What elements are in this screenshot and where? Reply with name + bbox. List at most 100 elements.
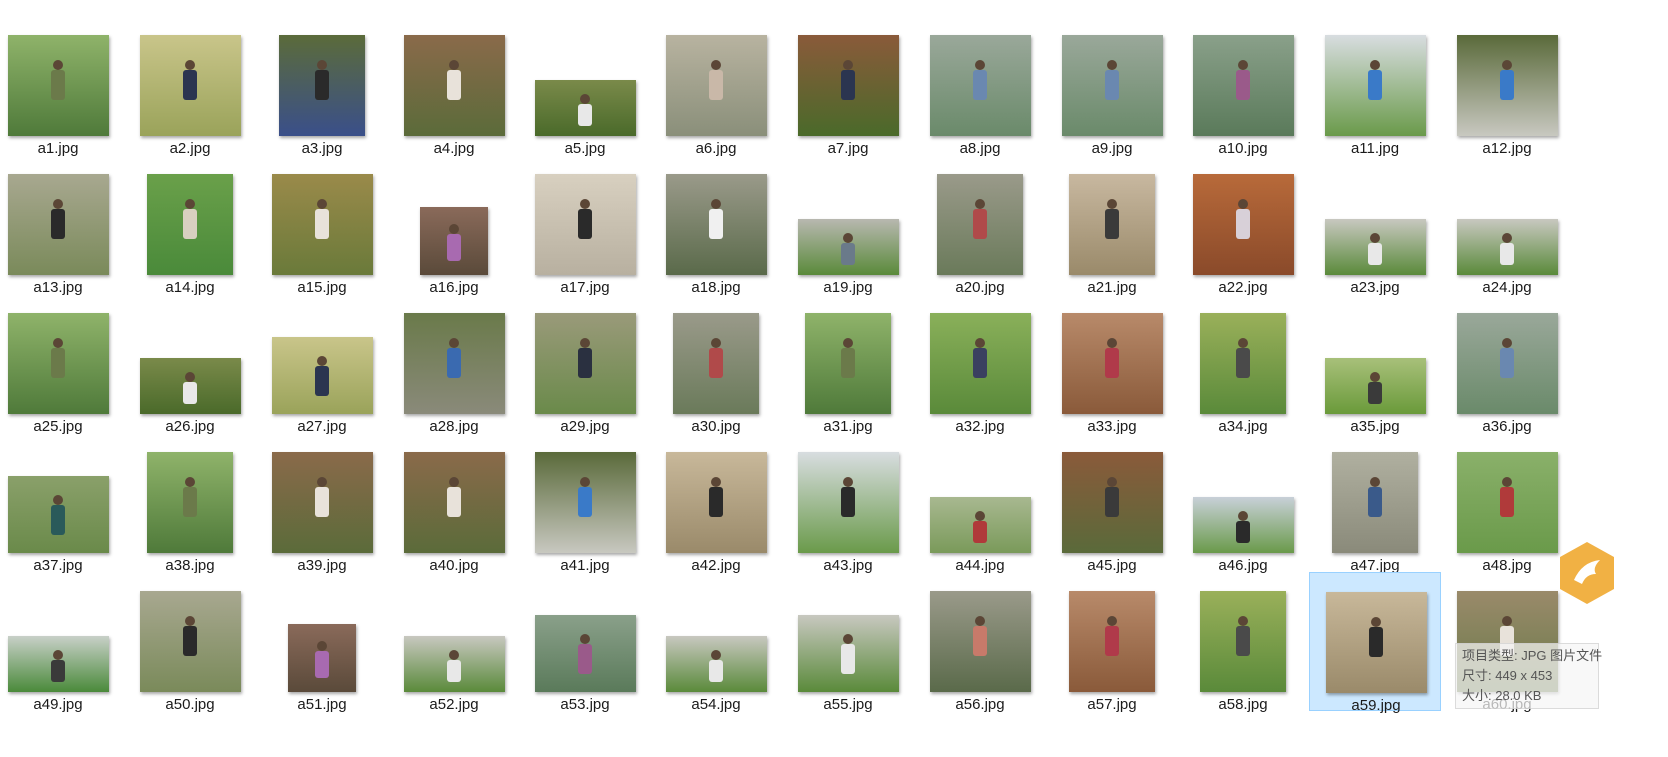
- file-item[interactable]: a30.jpg: [650, 294, 782, 435]
- image-thumbnail[interactable]: [929, 497, 1031, 553]
- file-item[interactable]: a59.jpg: [1309, 572, 1441, 714]
- file-item[interactable]: a47.jpg: [1309, 433, 1441, 574]
- image-thumbnail[interactable]: [534, 452, 636, 553]
- file-item[interactable]: a22.jpg: [1177, 155, 1309, 296]
- file-item[interactable]: a40.jpg: [388, 433, 520, 574]
- image-thumbnail[interactable]: [1456, 35, 1558, 136]
- file-item[interactable]: a54.jpg: [650, 572, 782, 713]
- file-item[interactable]: a2.jpg: [124, 16, 256, 157]
- file-item[interactable]: a34.jpg: [1177, 294, 1309, 435]
- image-thumbnail[interactable]: [673, 313, 759, 414]
- file-item[interactable]: a43.jpg: [782, 433, 914, 574]
- image-thumbnail[interactable]: [139, 591, 241, 692]
- file-item[interactable]: a25.jpg: [0, 294, 124, 435]
- image-thumbnail[interactable]: [271, 452, 373, 553]
- image-thumbnail[interactable]: [1192, 35, 1294, 136]
- image-thumbnail[interactable]: [929, 591, 1031, 692]
- file-item[interactable]: a48.jpg: [1441, 433, 1573, 574]
- file-item[interactable]: a23.jpg: [1309, 155, 1441, 296]
- image-thumbnail[interactable]: [1069, 591, 1155, 692]
- file-item[interactable]: a5.jpg: [519, 16, 651, 157]
- file-item[interactable]: a24.jpg: [1441, 155, 1573, 296]
- file-item[interactable]: a32.jpg: [914, 294, 1046, 435]
- file-item[interactable]: a55.jpg: [782, 572, 914, 713]
- file-item[interactable]: a9.jpg: [1046, 16, 1178, 157]
- image-thumbnail[interactable]: [139, 358, 241, 414]
- image-thumbnail[interactable]: [420, 207, 488, 275]
- image-thumbnail[interactable]: [1324, 358, 1426, 414]
- image-thumbnail[interactable]: [403, 35, 505, 136]
- file-item[interactable]: a56.jpg: [914, 572, 1046, 713]
- image-thumbnail[interactable]: [271, 337, 373, 414]
- file-item[interactable]: a46.jpg: [1177, 433, 1309, 574]
- file-item[interactable]: a50.jpg: [124, 572, 256, 713]
- file-item[interactable]: a42.jpg: [650, 433, 782, 574]
- image-thumbnail[interactable]: [1061, 313, 1163, 414]
- file-item[interactable]: a3.jpg: [256, 16, 388, 157]
- image-thumbnail[interactable]: [1069, 174, 1155, 275]
- image-thumbnail[interactable]: [403, 313, 505, 414]
- image-thumbnail[interactable]: [665, 636, 767, 692]
- file-item[interactable]: a51.jpg: [256, 572, 388, 713]
- file-item[interactable]: a20.jpg: [914, 155, 1046, 296]
- file-item[interactable]: a11.jpg: [1309, 16, 1441, 157]
- image-thumbnail[interactable]: [1192, 497, 1294, 553]
- file-item[interactable]: a38.jpg: [124, 433, 256, 574]
- image-thumbnail[interactable]: [797, 615, 899, 692]
- file-item[interactable]: a35.jpg: [1309, 294, 1441, 435]
- image-thumbnail[interactable]: [147, 174, 233, 275]
- file-item[interactable]: a18.jpg: [650, 155, 782, 296]
- file-item[interactable]: a17.jpg: [519, 155, 651, 296]
- image-thumbnail[interactable]: [797, 219, 899, 275]
- image-thumbnail[interactable]: [797, 452, 899, 553]
- file-item[interactable]: a41.jpg: [519, 433, 651, 574]
- image-thumbnail[interactable]: [929, 35, 1031, 136]
- image-thumbnail[interactable]: [7, 174, 109, 275]
- file-item[interactable]: a27.jpg: [256, 294, 388, 435]
- image-thumbnail[interactable]: [665, 35, 767, 136]
- file-item[interactable]: a29.jpg: [519, 294, 651, 435]
- image-thumbnail[interactable]: [1324, 35, 1426, 136]
- image-thumbnail[interactable]: [1325, 592, 1427, 693]
- image-thumbnail[interactable]: [534, 615, 636, 692]
- file-item[interactable]: a28.jpg: [388, 294, 520, 435]
- file-item[interactable]: a58.jpg: [1177, 572, 1309, 713]
- file-item[interactable]: a10.jpg: [1177, 16, 1309, 157]
- image-thumbnail[interactable]: [1192, 174, 1294, 275]
- file-item[interactable]: a21.jpg: [1046, 155, 1178, 296]
- image-thumbnail[interactable]: [1324, 219, 1426, 275]
- image-thumbnail[interactable]: [7, 313, 109, 414]
- file-item[interactable]: a12.jpg: [1441, 16, 1573, 157]
- image-thumbnail[interactable]: [1456, 219, 1558, 275]
- image-thumbnail[interactable]: [7, 476, 109, 553]
- image-thumbnail[interactable]: [534, 80, 636, 136]
- image-thumbnail[interactable]: [1200, 313, 1286, 414]
- image-thumbnail[interactable]: [1200, 591, 1286, 692]
- file-item[interactable]: a6.jpg: [650, 16, 782, 157]
- image-thumbnail[interactable]: [1456, 313, 1558, 414]
- image-thumbnail[interactable]: [665, 174, 767, 275]
- file-item[interactable]: a44.jpg: [914, 433, 1046, 574]
- file-item[interactable]: a14.jpg: [124, 155, 256, 296]
- file-item[interactable]: a36.jpg: [1441, 294, 1573, 435]
- image-thumbnail[interactable]: [805, 313, 891, 414]
- image-thumbnail[interactable]: [279, 35, 365, 136]
- file-item[interactable]: a57.jpg: [1046, 572, 1178, 713]
- image-thumbnail[interactable]: [139, 35, 241, 136]
- image-thumbnail[interactable]: [534, 174, 636, 275]
- file-item[interactable]: a26.jpg: [124, 294, 256, 435]
- image-thumbnail[interactable]: [665, 452, 767, 553]
- file-item[interactable]: a52.jpg: [388, 572, 520, 713]
- image-thumbnail[interactable]: [937, 174, 1023, 275]
- file-item[interactable]: a19.jpg: [782, 155, 914, 296]
- image-thumbnail[interactable]: [403, 636, 505, 692]
- file-item[interactable]: a53.jpg: [519, 572, 651, 713]
- file-item[interactable]: a13.jpg: [0, 155, 124, 296]
- image-thumbnail[interactable]: [1061, 35, 1163, 136]
- file-item[interactable]: a4.jpg: [388, 16, 520, 157]
- image-thumbnail[interactable]: [1332, 452, 1418, 553]
- image-thumbnail[interactable]: [147, 452, 233, 553]
- file-item[interactable]: a33.jpg: [1046, 294, 1178, 435]
- image-thumbnail[interactable]: [288, 624, 356, 692]
- image-thumbnail[interactable]: [797, 35, 899, 136]
